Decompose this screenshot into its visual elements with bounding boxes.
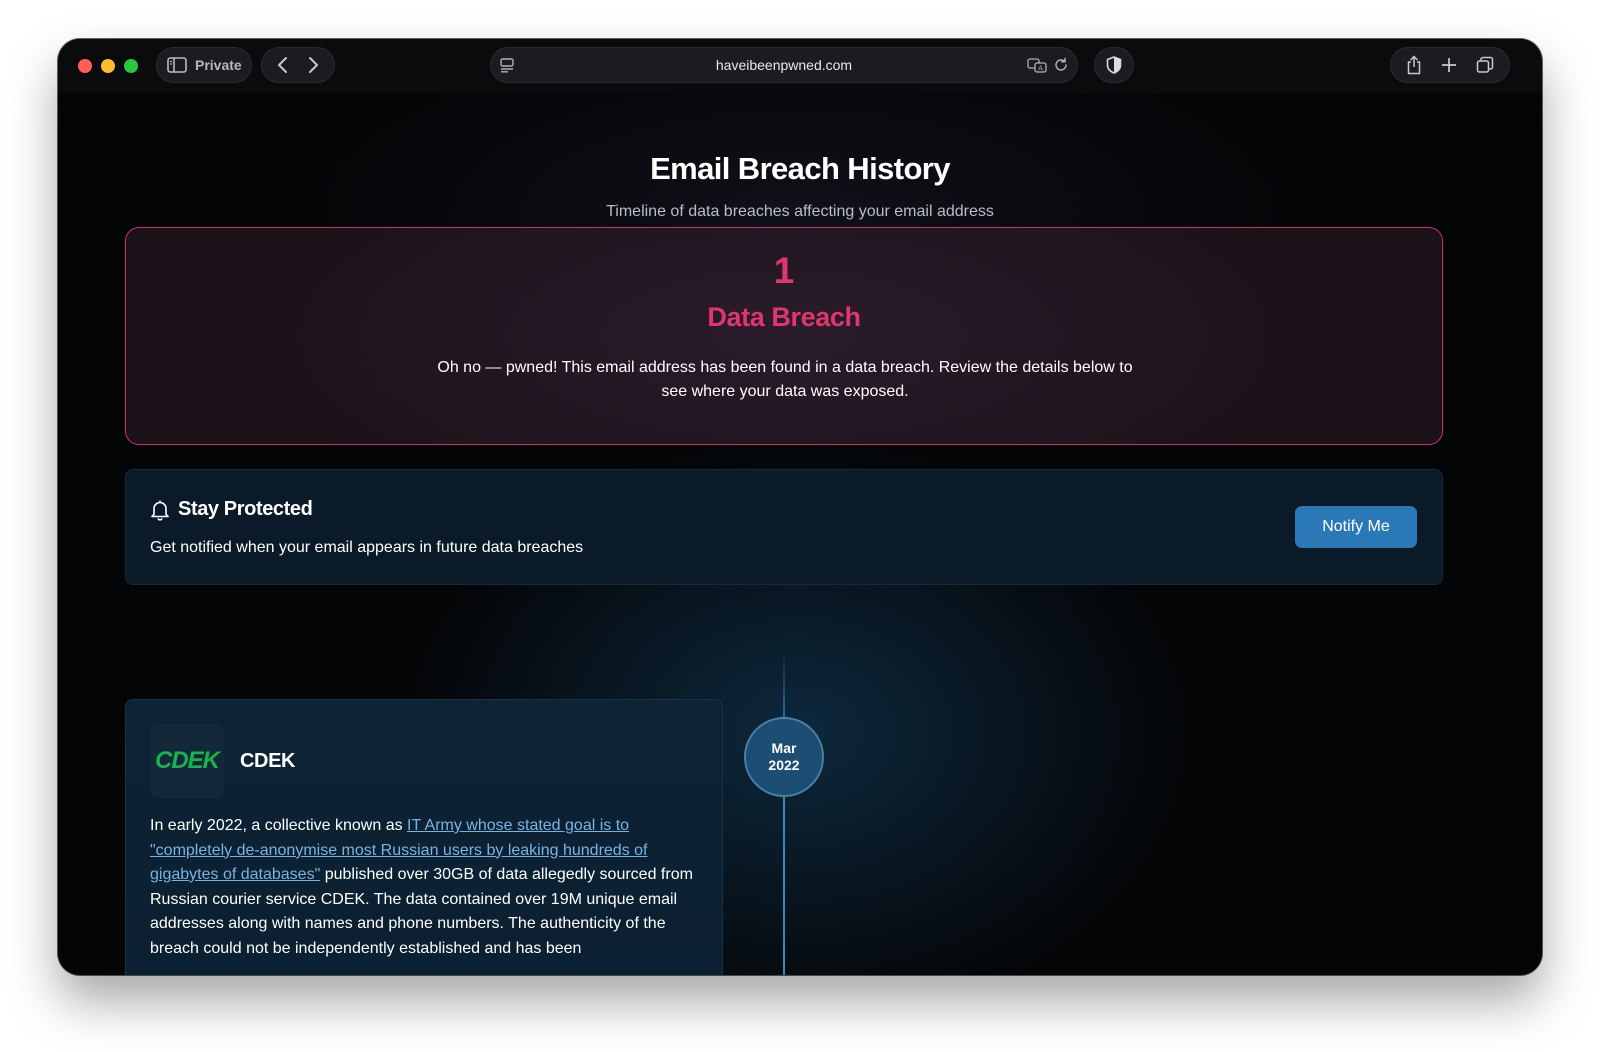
breach-name: CDEK [240,750,296,772]
translate-icon[interactable]: A [1027,57,1047,73]
breach-count-label: Data Breach [707,302,861,332]
reload-icon[interactable] [1053,57,1069,73]
stay-protected-description: Get notified when your email appears in … [150,539,584,556]
browser-toolbar: Private haveibeenpwned.com A [58,39,1542,93]
breach-description: In early 2022, a collective known as IT … [150,814,702,961]
description-text-start: In early 2022, a collective known as [150,817,408,834]
timeline-date-marker: Mar 2022 [744,717,824,797]
page-title: Email Breach History [650,151,950,186]
privacy-button[interactable] [1094,47,1134,83]
stay-protected-header: Stay Protected [150,498,313,521]
window-actions [1390,47,1510,83]
url-text: haveibeenpwned.com [715,57,853,73]
page-subtitle: Timeline of data breaches affecting your… [606,203,994,220]
breach-summary-card: 1 Data Breach Oh no — pwned! This email … [125,227,1443,445]
page-menu-icon[interactable] [499,57,515,73]
private-label: Private [195,57,242,73]
page-content: Email Breach History Timeline of data br… [58,93,1542,975]
address-bar-actions: A [1027,57,1069,73]
breach-entry-card: CDEK CDEK In early 2022, a collective kn… [125,699,723,975]
plus-icon[interactable] [1441,57,1457,73]
svg-text:A: A [1038,65,1043,73]
sidebar-icon [167,57,187,73]
stay-protected-card: Stay Protected Get notified when your em… [125,469,1443,585]
timeline-line [783,649,785,975]
bell-icon [150,499,170,521]
breach-message: Oh no — pwned! This email address has be… [437,359,1133,400]
share-icon[interactable] [1406,55,1422,75]
browser-window: Private haveibeenpwned.com A Email Breac… [58,39,1542,975]
navigation-controls [261,47,335,83]
timeline-year: 2022 [768,757,800,773]
sidebar-toggle-button[interactable]: Private [156,47,252,83]
maximize-window-button[interactable] [124,59,138,73]
breach-count: 1 [773,250,795,291]
notify-me-button[interactable]: Notify Me [1295,506,1417,548]
close-window-button[interactable] [78,59,92,73]
timeline-month: Mar [771,740,797,756]
minimize-window-button[interactable] [101,59,115,73]
tabs-icon[interactable] [1476,56,1494,74]
stay-protected-title: Stay Protected [178,498,313,520]
back-icon[interactable] [276,56,290,74]
breach-logo: CDEK [150,724,224,798]
cdek-logo-text: CDEK [154,747,220,774]
shield-icon [1106,56,1122,74]
address-bar[interactable]: haveibeenpwned.com A [490,47,1078,83]
forward-icon[interactable] [306,56,320,74]
